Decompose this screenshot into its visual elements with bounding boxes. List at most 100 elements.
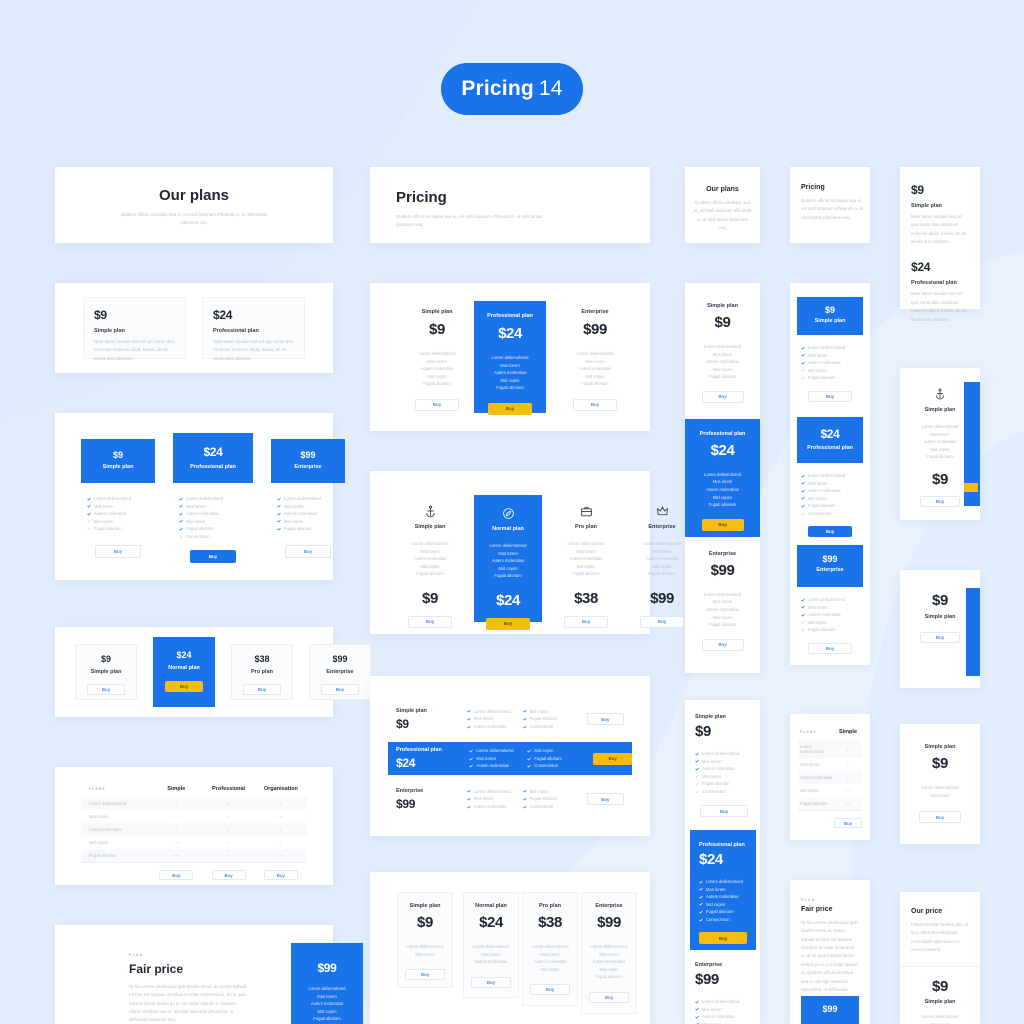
feature-item: Mos lorem [500,362,520,368]
buy-button[interactable]: Buy [586,793,624,805]
tier-card-pro[interactable]: Pro plan Lorem deliemolored Mos lorem Au… [552,503,620,628]
buy-button[interactable]: Buy [586,713,624,725]
buy-button[interactable]: Buy [415,398,459,411]
stagger-card-enterprise[interactable]: Enterprise $99 Lorem deliemolored Mos lo… [581,892,637,1014]
compact-card-normal[interactable]: $24 Normal plan Buy [153,637,215,707]
stagger-card-pro[interactable]: Pro plan $38 Lorem deliemolored Mos lore… [522,892,578,1006]
mobile-row-enterprise[interactable]: Enterprise $99 Lorem deliemolored Mos lo… [695,962,739,1024]
buy-button[interactable]: Buy [701,390,744,403]
plan-name-simple: Simple plan [396,707,427,714]
tier-card-professional[interactable]: $24 Professional plan Lorem deliemolored… [173,433,253,564]
tier-card-normal[interactable]: Normal plan Lorem deliemolored Mos lorem… [474,495,542,630]
buy-button[interactable]: Buy [486,617,530,630]
mobile-card-professional[interactable]: Professional plan $24 Lorem deliemolored… [685,418,760,537]
mobile-card-enterprise[interactable]: Enterprise $99 Lorem deliemolored Mos lo… [685,551,760,651]
price-simple: $9 [824,305,835,315]
buy-button[interactable]: Buy [699,932,747,945]
mobile-fair-price-panel: PLAN Fair price Ut his iocerte similequa… [790,880,870,1024]
mobile-card-simple[interactable]: Simple plan $9 Lorem deliemolored Mos lo… [685,303,760,403]
price-simple: $9 [94,308,107,322]
plan-row-enterprise[interactable]: Enterprise $99 Lorem deliemolored Mos lo… [396,784,624,814]
adjacent-card-peek[interactable] [964,382,980,506]
buy-button[interactable]: Buy [589,991,629,1003]
buy-button[interactable]: Buy [640,615,684,628]
badge-number: 14 [538,77,563,100]
buy-button[interactable]: Buy [408,615,452,628]
compact-card-pro[interactable]: $38 Pro plan Buy [231,644,293,700]
buy-button[interactable]: Buy [165,681,203,692]
price-enterprise: $99 [710,561,735,579]
plan-row-simple[interactable]: Simple plan $9 Lorem deliemolored Mos lo… [396,704,624,734]
feature-item: Autem moleratias [467,723,523,731]
buy-button[interactable]: Buy [530,984,570,996]
tier-card-simple[interactable]: $9 Simple plan Lorem deliemolored Mos lo… [81,439,155,558]
price-cell-professional[interactable]: $24 Professional plan Nam tatam iracatie… [202,297,305,361]
compact-card-simple[interactable]: $9 Simple plan Buy [75,644,137,700]
price-list-item-simple[interactable]: $9 Simple plan Nam tatam iracatie bits a… [900,167,980,246]
buy-button[interactable]: Buy [159,870,194,880]
buy-button[interactable]: Buy [808,642,852,654]
plan-name-simple: Simple plan [924,999,956,1005]
buy-button[interactable]: Buy [920,632,960,643]
price-cell-simple[interactable]: $9 Simple plan Nam tatam iracatie bits a… [83,297,186,361]
buy-button[interactable]: Buy [564,615,608,628]
feature-item: Mos lorem [317,993,337,999]
plan-name-enterprise: Enterprise [708,550,737,557]
feature-item: Mid cepim [277,518,339,526]
buy-button[interactable]: Buy [593,752,632,765]
mobile-tier-enterprise[interactable]: $99 Enterprise Lorem deliemolored Mos lo… [797,545,863,654]
buy-button[interactable]: Buy [243,684,281,695]
heading-our-price: Our price [911,908,943,915]
buy-button[interactable]: Buy [488,402,532,415]
feature-item: Mid cepim [500,377,520,383]
buy-button[interactable]: Buy [919,811,961,824]
buy-button[interactable]: Buy [700,805,748,818]
buy-button[interactable]: Buy [190,550,236,564]
buy-button[interactable]: Buy [95,544,141,558]
plan-row-professional[interactable]: Professional plan $24 Lorem deliemolored… [388,742,632,775]
buy-button[interactable]: Buy [808,526,852,538]
compact-card-enterprise[interactable]: $99 Enterprise Buy [309,644,371,700]
stagger-card-simple[interactable]: Simple plan $9 Lorem deliemolored Mos lo… [397,892,453,988]
buy-button[interactable]: Buy [87,684,125,695]
buy-button[interactable]: Buy [285,544,331,558]
mobile-row-simple[interactable]: Simple plan $9 Lorem deliemolored Mos lo… [685,700,760,818]
check-icon [801,504,805,508]
three-tier-panel: Simple plan $9 Lorem deliemolored Mos lo… [370,283,650,431]
feature-item: Consecteturi [699,916,756,924]
stagger-card-normal[interactable]: Normal plan $24 Lorem deliemolored Mos l… [463,892,519,998]
tier-card-simple[interactable]: Simple plan Lorem deliemolored Mos lorem… [396,503,464,628]
buy-button[interactable]: Buy [263,870,298,880]
feature-item: Lorem deliemolored [418,351,456,356]
price-professional: $24 [213,308,233,322]
buy-button[interactable]: Buy [321,684,359,695]
tier-card-professional[interactable]: Professional plan $24 Lorem deliemolored… [474,301,546,415]
feature-item: Mid cepim [712,494,733,500]
buy-button[interactable]: Buy [573,398,617,411]
fair-price-card[interactable]: $99 Lorem deliemolored Mos lorem Autem m… [291,943,363,1024]
buy-button[interactable]: Buy [471,976,511,988]
mobile-tier-professional[interactable]: $24 Professional plan Lorem deliemolored… [797,417,863,538]
our-price-plan-block[interactable]: $9 Simple plan Lorem deliemolored Mos lo… [900,966,980,1024]
buy-button[interactable]: Buy [701,638,744,651]
mobile-row-professional[interactable]: Professional plan $24 Lorem deliemolored… [690,830,756,950]
buy-button[interactable]: Buy [834,818,862,828]
plan-name-enterprise: Enterprise [581,309,609,315]
buy-button[interactable]: Buy [701,518,744,531]
buy-button-peek[interactable] [964,483,978,492]
check-icon [801,376,805,380]
simple-plan-small-card[interactable]: Simple plan $9 Lorem deliemolored Mos lo… [900,724,980,844]
mobile-tier-simple[interactable]: $9 Simple plan Lorem deliemolored Mos lo… [797,297,863,402]
tier-card-enterprise[interactable]: Enterprise $99 Lorem deliemolored Mos lo… [556,309,634,411]
tier-card-enterprise[interactable]: $99 Enterprise Lorem deliemolored Mos lo… [271,439,345,558]
buy-button[interactable]: Buy [920,495,960,507]
adjacent-card-peek[interactable] [966,588,980,676]
price-list-item-professional[interactable]: $24 Professional plan Nam tatam iracatie… [900,246,980,323]
buy-button[interactable]: Buy [808,390,852,402]
mobile-fair-price-card[interactable]: $99 [801,996,859,1024]
buy-button[interactable]: Buy [405,969,445,981]
buy-button[interactable]: Buy [211,870,246,880]
check-icon [467,725,471,729]
tier-card-simple[interactable]: Simple plan $9 Lorem deliemolored Mos lo… [398,309,476,411]
feature-item: Fugati alioriam [527,755,583,763]
